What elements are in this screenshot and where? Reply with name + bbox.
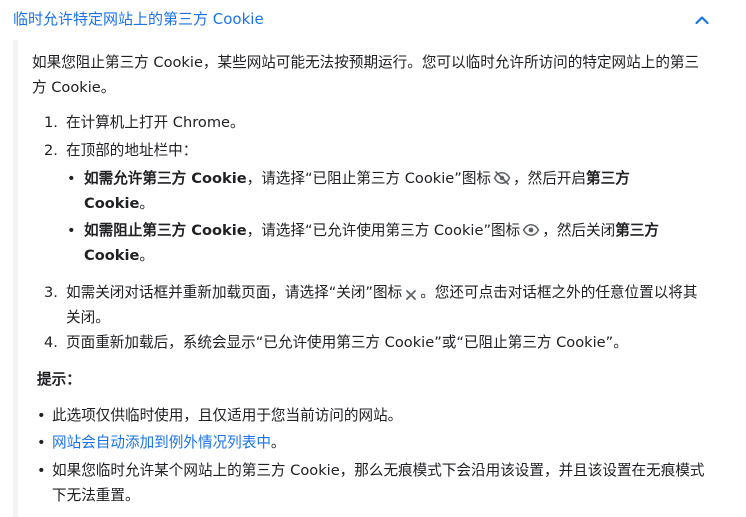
tips-title: 提示： xyxy=(37,371,81,388)
close-icon xyxy=(404,285,418,300)
tip-item: 网站会自动添加到例外情况列表中。 xyxy=(52,430,712,455)
step-text-before: 如需关闭对话框并重新加载页面，请选择“关闭”图标 xyxy=(66,284,403,301)
accordion-title[interactable]: 临时允许特定网站上的第三方 Cookie xyxy=(13,8,264,30)
step-text: 在顶部的地址栏中： xyxy=(66,142,198,159)
intro-paragraph: 如果您阻止第三方 Cookie，某些网站可能无法按预期运行。您可以临时允许所访问… xyxy=(32,54,700,96)
bullet-marker: • xyxy=(37,407,46,424)
step-number: 1. xyxy=(44,114,58,131)
bullet-marker: • xyxy=(67,170,76,187)
tip-suffix: 。 xyxy=(270,434,286,451)
eye-icon xyxy=(522,221,540,239)
bullet-marker: • xyxy=(37,462,46,479)
substep-bold-lead: 如需允许第三方 Cookie xyxy=(84,170,247,187)
exceptions-list-link[interactable]: 网站会自动添加到例外情况列表中 xyxy=(52,434,271,451)
step-number: 4. xyxy=(44,334,58,351)
bullet-marker: • xyxy=(37,434,46,451)
step-text: 如需关闭对话框并重新加载页面，请选择“关闭”图标 。您还可点击对话框之外的任意位置… xyxy=(66,280,712,330)
eye-off-icon xyxy=(493,169,511,187)
tip-item: 此选项仅供临时使用，且仅适用于您当前访问的网站。 xyxy=(52,407,403,424)
substep-end: 。 xyxy=(139,195,154,212)
step-text: 页面重新加载后，系统会显示“已允许使用第三方 Cookie”或“已阻止第三方 C… xyxy=(66,334,628,351)
step-number: 3. xyxy=(44,284,58,301)
substep-after: ，然后开启 xyxy=(513,170,587,187)
substep-middle: ，请选择“已阻止第三方 Cookie”图标 xyxy=(246,170,492,187)
tip-item: 如果您临时允许某个网站上的第三方 Cookie，那么无痕模式下会沿用该设置，并且… xyxy=(52,462,705,504)
substep-after: ，然后关闭 xyxy=(542,222,616,239)
bullet-marker: • xyxy=(67,222,76,239)
accordion-panel: 如果您阻止第三方 Cookie，某些网站可能无法按预期运行。您可以临时允许所访问… xyxy=(13,40,746,517)
substep-bold-lead: 如需阻止第三方 Cookie xyxy=(84,222,247,239)
substep-allow: 如需允许第三方 Cookie，请选择“已阻止第三方 Cookie”图标 ，然后开启… xyxy=(84,166,704,216)
substep-end: 。 xyxy=(139,247,154,264)
accordion-header[interactable]: 临时允许特定网站上的第三方 Cookie xyxy=(0,0,746,38)
step-text: 在计算机上打开 Chrome。 xyxy=(66,114,245,131)
chevron-up-icon[interactable] xyxy=(688,8,716,32)
step-number: 2. xyxy=(44,142,58,159)
substep-middle: ，请选择“已允许使用第三方 Cookie”图标 xyxy=(246,222,521,239)
substep-block: 如需阻止第三方 Cookie，请选择“已允许使用第三方 Cookie”图标 ，然后… xyxy=(84,218,704,268)
